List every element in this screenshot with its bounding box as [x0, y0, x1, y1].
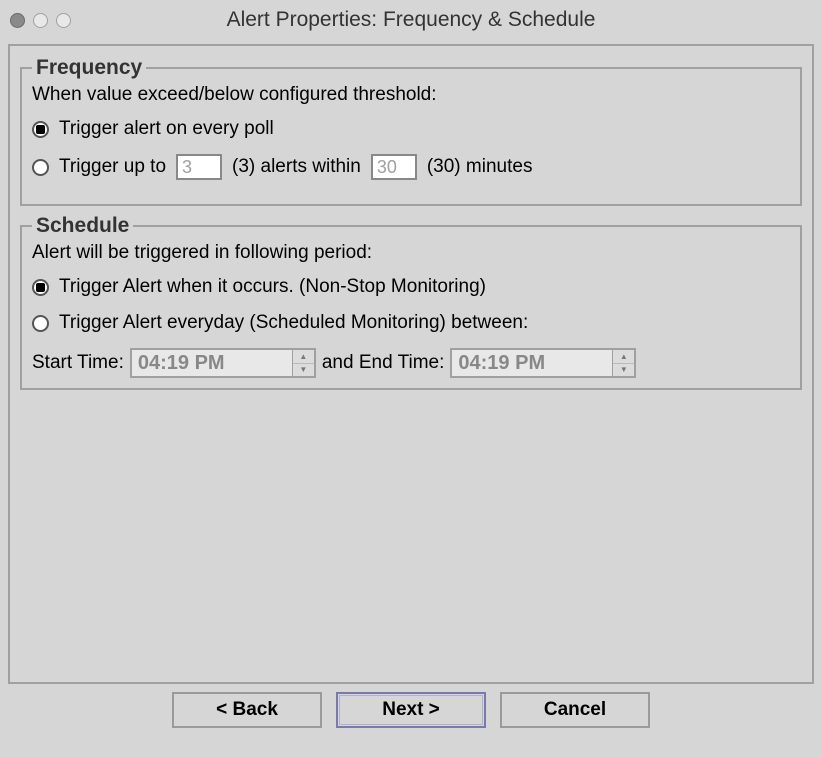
radio-icon — [32, 315, 49, 332]
chevron-up-icon[interactable]: ▲ — [293, 350, 314, 364]
end-time-field[interactable]: 04:19 PM ▲ ▼ — [450, 348, 636, 378]
radio-label-mid: (3) alerts within — [232, 156, 361, 178]
frequency-legend: Frequency — [32, 56, 146, 80]
next-button[interactable]: Next > — [336, 692, 486, 728]
chevron-up-icon[interactable]: ▲ — [613, 350, 634, 364]
start-time-value: 04:19 PM — [132, 350, 292, 376]
alert-minutes-input[interactable] — [371, 154, 417, 180]
radio-label: Trigger alert on every poll — [59, 118, 274, 140]
radio-label: Trigger Alert everyday (Scheduled Monito… — [59, 312, 528, 334]
chevron-down-icon[interactable]: ▼ — [293, 364, 314, 377]
cancel-button[interactable]: Cancel — [500, 692, 650, 728]
schedule-legend: Schedule — [32, 214, 133, 238]
chevron-down-icon[interactable]: ▼ — [613, 364, 634, 377]
end-time-label: and End Time: — [322, 352, 445, 374]
radio-label: Trigger Alert when it occurs. (Non-Stop … — [59, 276, 486, 298]
wizard-buttons: < Back Next > Cancel — [8, 692, 814, 728]
radio-label-suffix: (30) minutes — [427, 156, 533, 178]
radio-icon — [32, 121, 49, 138]
radio-icon — [32, 159, 49, 176]
schedule-time-row: Start Time: 04:19 PM ▲ ▼ and End Time: 0… — [32, 348, 790, 378]
start-time-field[interactable]: 04:19 PM ▲ ▼ — [130, 348, 316, 378]
frequency-group: Frequency When value exceed/below config… — [20, 56, 802, 206]
frequency-desc: When value exceed/below configured thres… — [32, 84, 790, 106]
back-button[interactable]: < Back — [172, 692, 322, 728]
maximize-icon[interactable] — [56, 13, 71, 28]
start-time-label: Start Time: — [32, 352, 124, 374]
window-title: Alert Properties: Frequency & Schedule — [0, 8, 822, 32]
frequency-opt-limited[interactable]: Trigger up to (3) alerts within (30) min… — [32, 154, 790, 180]
end-time-value: 04:19 PM — [452, 350, 612, 376]
schedule-opt-scheduled[interactable]: Trigger Alert everyday (Scheduled Monito… — [32, 312, 790, 334]
radio-label-prefix: Trigger up to — [59, 156, 166, 178]
spinner-icon[interactable]: ▲ ▼ — [612, 350, 634, 376]
minimize-icon[interactable] — [33, 13, 48, 28]
close-icon[interactable] — [10, 13, 25, 28]
titlebar: Alert Properties: Frequency & Schedule — [0, 0, 822, 40]
schedule-opt-nonstop[interactable]: Trigger Alert when it occurs. (Non-Stop … — [32, 276, 790, 298]
frequency-opt-every-poll[interactable]: Trigger alert on every poll — [32, 118, 790, 140]
radio-icon — [32, 279, 49, 296]
window-body: Frequency When value exceed/below config… — [0, 40, 822, 736]
alert-count-input[interactable] — [176, 154, 222, 180]
schedule-group: Schedule Alert will be triggered in foll… — [20, 214, 802, 390]
schedule-desc: Alert will be triggered in following per… — [32, 242, 790, 264]
content-panel: Frequency When value exceed/below config… — [8, 44, 814, 684]
spinner-icon[interactable]: ▲ ▼ — [292, 350, 314, 376]
window-controls — [10, 13, 71, 28]
